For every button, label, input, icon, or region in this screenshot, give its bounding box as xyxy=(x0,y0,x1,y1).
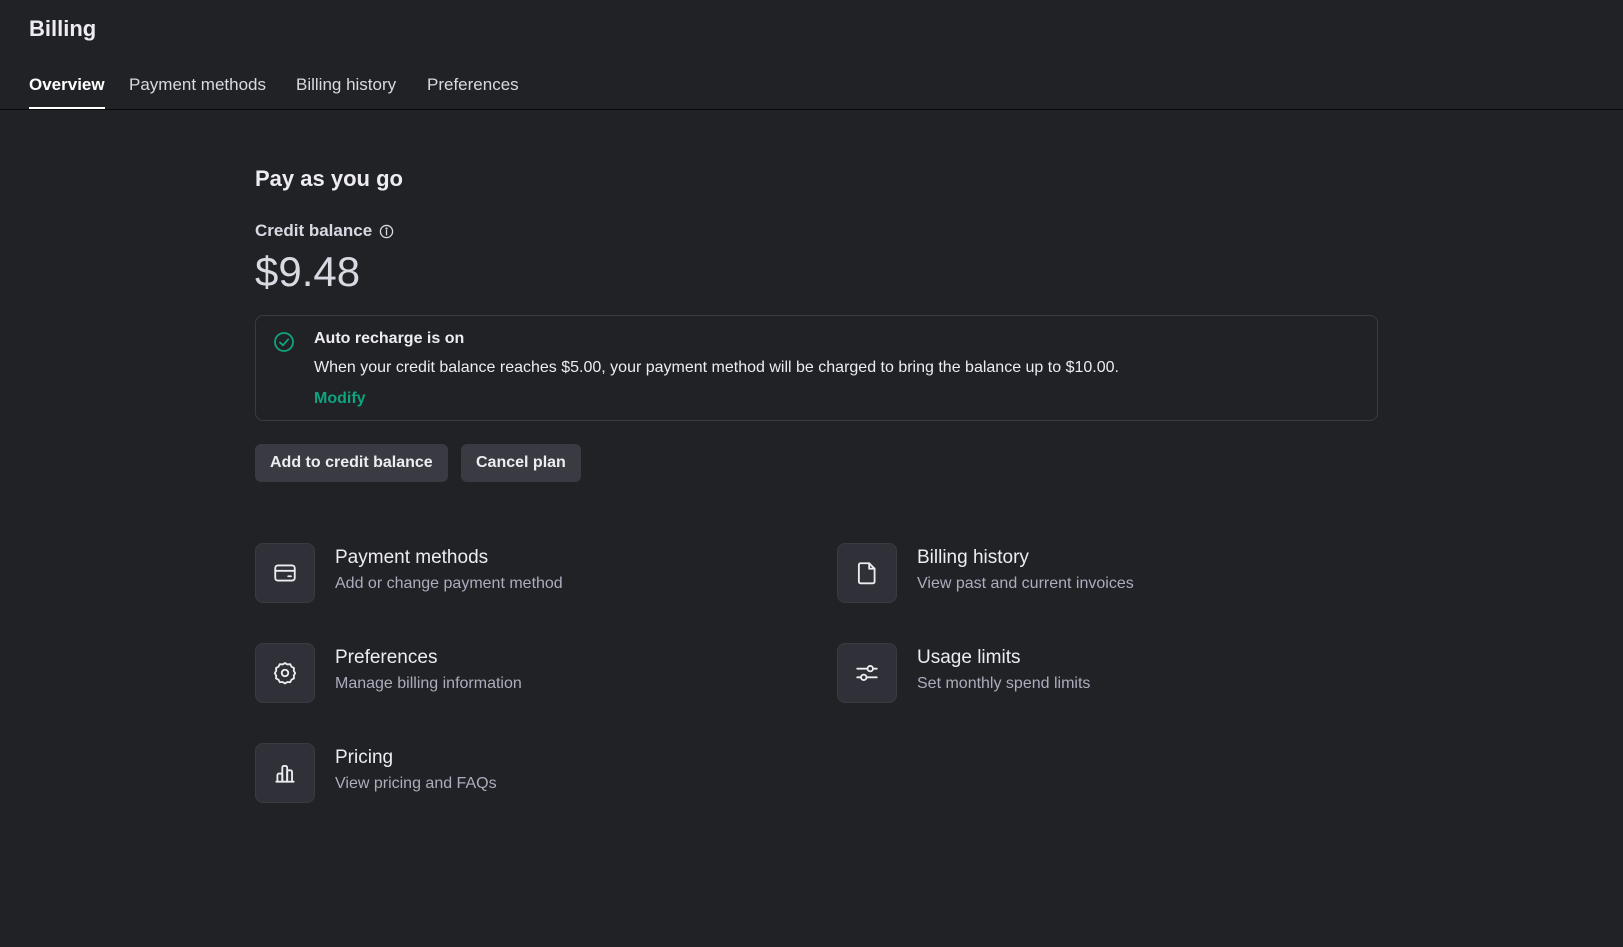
card-pricing[interactable]: Pricing View pricing and FAQs xyxy=(255,743,775,805)
check-circle-icon xyxy=(273,331,295,353)
tab-preferences[interactable]: Preferences xyxy=(427,75,519,107)
info-icon[interactable] xyxy=(378,223,394,239)
auto-recharge-panel: Auto recharge is on When your credit bal… xyxy=(255,315,1378,421)
card-subtitle: Set monthly spend limits xyxy=(917,675,1091,692)
document-icon xyxy=(837,543,897,603)
card-title: Pricing xyxy=(335,747,394,768)
auto-recharge-description: When your credit balance reaches $5.00, … xyxy=(314,359,1119,376)
tab-payment-methods[interactable]: Payment methods xyxy=(129,75,266,107)
card-preferences[interactable]: Preferences Manage billing information xyxy=(255,643,775,705)
modify-link[interactable]: Modify xyxy=(314,390,366,408)
plan-title: Pay as you go xyxy=(255,166,403,191)
credit-balance-label-text: Credit balance xyxy=(255,221,373,240)
card-subtitle: View pricing and FAQs xyxy=(335,775,497,792)
auto-recharge-title: Auto recharge is on xyxy=(314,330,465,347)
tab-billing-history[interactable]: Billing history xyxy=(296,75,396,107)
card-title: Usage limits xyxy=(917,647,1021,668)
bar-chart-icon xyxy=(255,743,315,803)
card-subtitle: Add or change payment method xyxy=(335,575,563,592)
credit-balance-value: $9.48 xyxy=(255,248,361,295)
card-payment-methods[interactable]: Payment methods Add or change payment me… xyxy=(255,543,775,605)
tab-overview[interactable]: Overview xyxy=(29,75,105,109)
cancel-plan-button[interactable]: Cancel plan xyxy=(461,444,581,482)
card-subtitle: View past and current invoices xyxy=(917,575,1134,592)
card-title: Payment methods xyxy=(335,547,489,568)
add-to-credit-balance-button[interactable]: Add to credit balance xyxy=(255,444,448,482)
page-title: Billing xyxy=(29,16,97,41)
tab-bar: Overview Payment methods Billing history… xyxy=(0,68,1623,110)
credit-card-icon xyxy=(255,543,315,603)
card-subtitle: Manage billing information xyxy=(335,675,522,692)
credit-balance-label: Credit balance xyxy=(255,221,394,241)
card-billing-history[interactable]: Billing history View past and current in… xyxy=(837,543,1357,605)
card-title: Billing history xyxy=(917,547,1029,568)
card-title: Preferences xyxy=(335,647,438,668)
sliders-icon xyxy=(837,643,897,703)
card-usage-limits[interactable]: Usage limits Set monthly spend limits xyxy=(837,643,1357,705)
gear-icon xyxy=(255,643,315,703)
